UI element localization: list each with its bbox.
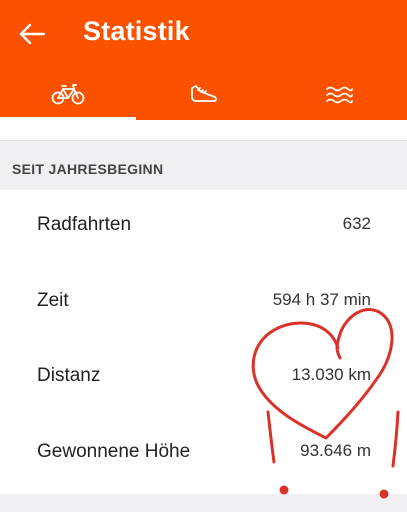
app-bar: Statistik [0,0,407,120]
section-spacer [0,120,407,140]
stat-row-rides: Radfahrten 632 [0,190,407,266]
back-arrow-icon [19,23,46,45]
stat-row-elevation: Gewonnene Höhe 93.646 m [0,416,407,492]
stat-value: 632 [342,214,371,233]
stat-row-time: Zeit 594 h 37 min [0,265,407,341]
stat-value: 13.030 km [291,365,371,384]
stat-label: Radfahrten [37,214,132,235]
bicycle-icon [51,84,85,105]
section-footer [0,494,407,512]
section-title: SEIT JAHRESBEGINN [12,161,164,177]
tab-run[interactable] [136,68,272,120]
page-title: Statistik [83,16,190,46]
stat-label: Gewonnene Höhe [37,440,191,462]
swim-icon [326,86,354,104]
sport-tabs [0,68,407,120]
stats-list: Radfahrten 632 Zeit 594 h 37 min Distanz… [0,190,407,492]
back-button[interactable] [10,14,54,54]
stat-label: Zeit [37,289,69,311]
stat-value: 594 h 37 min [272,289,371,309]
tab-swim[interactable] [271,68,407,120]
shoe-icon [190,85,217,102]
stat-value: 93.646 m [300,440,371,460]
section-header: SEIT JAHRESBEGINN [0,140,407,190]
tab-ride[interactable] [0,68,136,120]
stat-row-distance: Distanz 13.030 km [0,341,407,417]
stat-label: Distanz [37,365,101,386]
